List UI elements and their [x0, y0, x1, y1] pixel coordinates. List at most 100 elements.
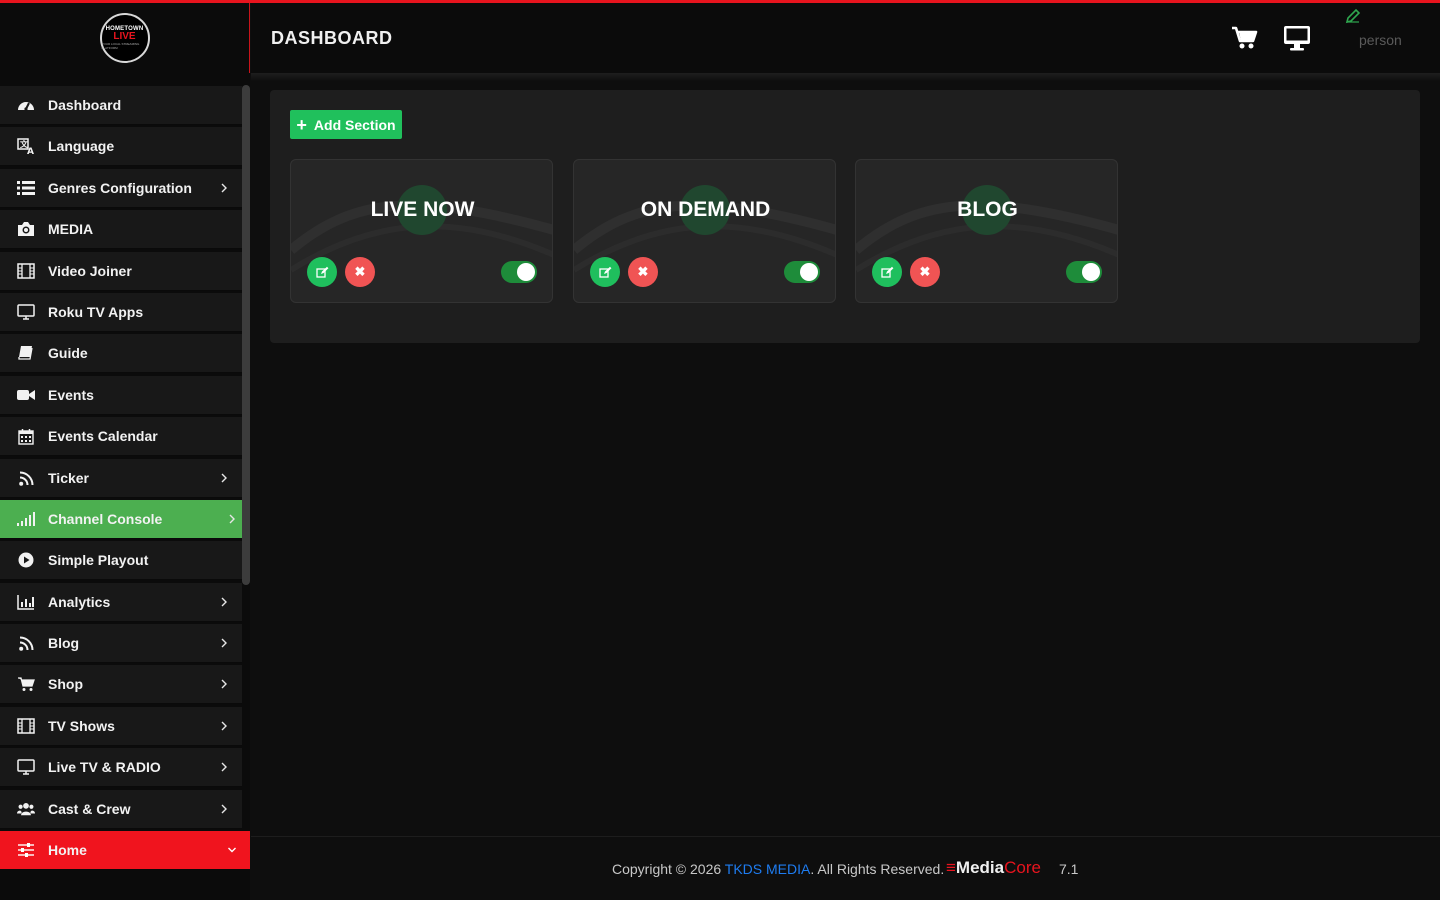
- sidebar-item-label: Home: [48, 842, 87, 858]
- pen-icon[interactable]: [1345, 8, 1361, 24]
- toggle-knob: [517, 263, 535, 281]
- toggle-knob: [800, 263, 818, 281]
- sidebar-item-ticker[interactable]: Ticker: [0, 459, 242, 498]
- section-card: ON DEMAND ✖: [573, 159, 836, 303]
- sidebar-item-label: Cast & Crew: [48, 801, 131, 817]
- sidebar-item-home[interactable]: Home: [0, 831, 250, 870]
- sidebar-item-label: Ticker: [48, 470, 89, 486]
- sliders-icon: [17, 841, 35, 859]
- sidebar-item-blog[interactable]: Blog: [0, 624, 242, 663]
- sidebar-item-label: Guide: [48, 345, 88, 361]
- mediacore-mark-icon: ≡: [946, 858, 956, 877]
- cart-icon[interactable]: [1231, 25, 1259, 51]
- brand-part2: Core: [1004, 858, 1041, 877]
- section-toggle[interactable]: [1066, 261, 1102, 283]
- camera-icon: [17, 220, 35, 238]
- sidebar-item-video-joiner[interactable]: Video Joiner: [0, 252, 242, 291]
- chevron-right-icon: [218, 802, 230, 816]
- play-circle-icon: [17, 551, 35, 569]
- sidebar-item-tv-shows[interactable]: TV Shows: [0, 707, 242, 746]
- sidebar-item-label: Genres Configuration: [48, 180, 192, 196]
- footer: Copyright © 2026 TKDS MEDIA. All Rights …: [251, 836, 1440, 900]
- sidebar-item-events-calendar[interactable]: Events Calendar: [0, 417, 242, 456]
- copyright-suffix: . All Rights Reserved.: [810, 861, 945, 877]
- sidebar-item-label: Shop: [48, 676, 83, 692]
- chevron-right-icon: [218, 471, 230, 485]
- sidebar-item-dashboard[interactable]: Dashboard: [0, 86, 242, 125]
- chevron-right-icon: [218, 677, 230, 691]
- close-icon: ✖: [354, 264, 366, 279]
- chevron-right-icon: [218, 719, 230, 733]
- chevron-right-icon: [226, 512, 238, 526]
- sidebar-item-media[interactable]: MEDIA: [0, 210, 242, 249]
- sidebar: Dashboard 文 A Language Genres Configuration M…: [0, 73, 250, 900]
- user-name[interactable]: person: [1359, 32, 1402, 48]
- sidebar-item-language[interactable]: 文 A Language: [0, 127, 242, 166]
- sidebar-item-label: Dashboard: [48, 97, 122, 113]
- logo-area[interactable]: HOMETOWN LIVE YOUR LOCAL STREAMING PLATF…: [0, 3, 250, 73]
- sidebar-item-genres-configuration[interactable]: Genres Configuration: [0, 169, 242, 208]
- logo-line2: LIVE: [113, 31, 136, 42]
- sidebar-item-label: Live TV & RADIO: [48, 759, 161, 775]
- section-card: BLOG ✖: [855, 159, 1118, 303]
- section-toggle[interactable]: [784, 261, 820, 283]
- sidebar-item-analytics[interactable]: Analytics: [0, 583, 242, 622]
- delete-section-button[interactable]: ✖: [910, 257, 940, 287]
- footer-copyright: Copyright © 2026 TKDS MEDIA. All Rights …: [612, 861, 944, 877]
- list-icon: [17, 179, 35, 197]
- film-icon: [17, 717, 35, 735]
- add-section-button[interactable]: + Add Section: [290, 110, 402, 139]
- monitor-icon[interactable]: [1283, 24, 1311, 52]
- tv-icon: [17, 303, 35, 321]
- edit-section-button[interactable]: [872, 257, 902, 287]
- edit-section-button[interactable]: [307, 257, 337, 287]
- dashboard-icon: [17, 96, 35, 114]
- sidebar-item-cast-crew[interactable]: Cast & Crew: [0, 790, 242, 829]
- close-icon: ✖: [637, 264, 649, 279]
- top-header: DASHBOARD person: [251, 3, 1440, 73]
- sidebar-item-shop[interactable]: Shop: [0, 665, 242, 704]
- chevron-right-icon: [218, 595, 230, 609]
- bar-chart-icon: [17, 593, 35, 611]
- delete-section-button[interactable]: ✖: [628, 257, 658, 287]
- sidebar-item-label: MEDIA: [48, 221, 94, 237]
- edit-section-button[interactable]: [590, 257, 620, 287]
- section-title: LIVE NOW: [370, 198, 475, 221]
- sidebar-item-live-tv-radio[interactable]: Live TV & RADIO: [0, 748, 242, 787]
- signal-icon: [17, 510, 35, 528]
- sidebar-item-channel-console[interactable]: Channel Console: [0, 500, 250, 539]
- sidebar-item-label: Events: [48, 387, 94, 403]
- cart-icon: [17, 675, 35, 693]
- sidebar-item-label: TV Shows: [48, 718, 115, 734]
- sidebar-item-roku-tv-apps[interactable]: Roku TV Apps: [0, 293, 242, 332]
- sidebar-item-simple-playout[interactable]: Simple Playout: [0, 541, 242, 580]
- version-label: 7.1: [1059, 861, 1079, 877]
- sidebar-item-guide[interactable]: Guide: [0, 334, 242, 373]
- sidebar-item-label: Blog: [48, 635, 80, 651]
- section-toggle[interactable]: [501, 261, 537, 283]
- header-shadow: [251, 73, 1440, 81]
- svg-text:A: A: [27, 147, 34, 155]
- rss-icon: [17, 469, 35, 487]
- copyright-prefix: Copyright © 2026: [612, 861, 725, 877]
- plus-icon: +: [296, 114, 307, 135]
- book-icon: [17, 344, 35, 362]
- section-title: ON DEMAND: [640, 198, 771, 221]
- company-link[interactable]: TKDS MEDIA: [725, 861, 811, 877]
- delete-section-button[interactable]: ✖: [345, 257, 375, 287]
- app-logo[interactable]: HOMETOWN LIVE YOUR LOCAL STREAMING PLATF…: [99, 13, 150, 63]
- sidebar-item-label: Channel Console: [48, 511, 163, 527]
- chevron-right-icon: [218, 760, 230, 774]
- edit-icon: [315, 266, 328, 278]
- edit-icon: [598, 266, 611, 278]
- chevron-down-icon: [226, 843, 238, 857]
- chevron-right-icon: [218, 636, 230, 650]
- brand-part1: Media: [955, 858, 1005, 877]
- sidebar-scrollbar[interactable]: [242, 85, 250, 585]
- logo-line3: YOUR LOCAL STREAMING PLATFORM: [101, 42, 140, 50]
- sidebar-item-events[interactable]: Events: [0, 376, 242, 415]
- sidebar-item-label: Video Joiner: [48, 263, 132, 279]
- page-title: DASHBOARD: [271, 28, 393, 48]
- sidebar-item-label: Language: [48, 138, 115, 154]
- sidebar-item-label: Roku TV Apps: [48, 304, 144, 320]
